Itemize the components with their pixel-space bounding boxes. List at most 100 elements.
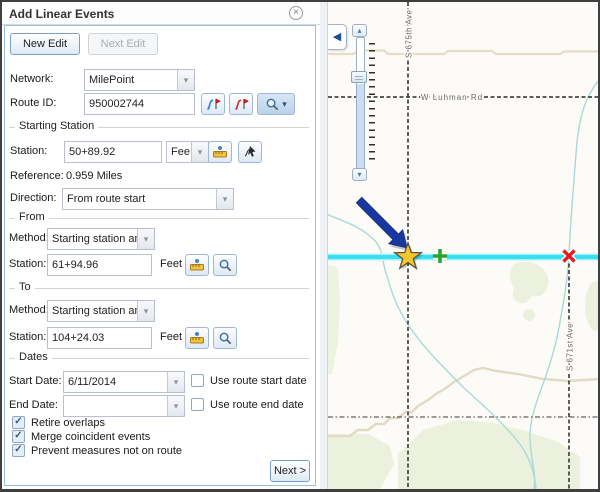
merge-coincident-events-checkbox[interactable]: ✓ <box>12 430 25 443</box>
network-label: Network: <box>10 73 53 85</box>
starting-station-input[interactable] <box>64 141 162 163</box>
starting-station-legend: Starting Station <box>15 120 98 132</box>
use-route-start-date-checkbox[interactable] <box>191 374 204 387</box>
collapse-panel-button[interactable]: ◀ <box>328 24 347 50</box>
clear-route-selection-button[interactable] <box>229 93 253 115</box>
to-units-label: Feet <box>160 331 182 343</box>
to-zoom-button[interactable] <box>213 327 237 349</box>
start-date-label: Start Date: <box>9 375 62 387</box>
select-route-on-map-button[interactable] <box>201 93 225 115</box>
from-method-label: Method: <box>9 232 49 244</box>
to-method-value: Starting station and offset <box>52 305 139 317</box>
next-edit-button[interactable]: Next Edit <box>88 33 158 55</box>
zoom-out-button[interactable]: ▾ <box>352 168 367 181</box>
plus-marker <box>433 249 447 263</box>
end-date-picker[interactable]: ▾ <box>63 395 185 417</box>
retire-overlaps-checkbox[interactable]: ✓ <box>12 416 25 429</box>
add-linear-events-panel: Add Linear Events × New Edit Next Edit N… <box>2 2 320 489</box>
land-patch <box>585 281 599 331</box>
chevron-down-icon: ▾ <box>282 99 287 110</box>
close-icon[interactable]: × <box>289 6 303 20</box>
to-station-input[interactable] <box>47 327 152 349</box>
zoom-slider-ticks <box>369 43 375 164</box>
station-label: Station: <box>10 145 47 157</box>
from-legend: From <box>15 211 49 223</box>
select-cursor-icon <box>242 144 258 160</box>
map-view[interactable]: W Luhman Rd S 675th Ave S 671st Ave ◀ ▴ … <box>327 2 599 489</box>
panel-header: Add Linear Events × <box>2 2 320 25</box>
road-label-vertical-left: S 675th Ave <box>405 9 414 58</box>
zoom-slider-track[interactable] <box>356 37 365 171</box>
ruler-icon <box>189 257 205 273</box>
network-value: MilePoint <box>89 74 176 86</box>
land-patch <box>510 262 549 303</box>
measure-station-button[interactable] <box>208 141 232 163</box>
direction-select[interactable]: From route start ▾ <box>62 188 234 210</box>
to-legend: To <box>15 281 35 293</box>
dates-legend: Dates <box>15 351 52 363</box>
chevron-down-icon[interactable]: ▾ <box>191 142 208 162</box>
dates-fieldset: Dates <box>9 358 309 359</box>
from-fieldset: From <box>9 218 309 219</box>
starting-station-fieldset: Starting Station <box>9 127 309 128</box>
magnifier-icon <box>265 97 280 112</box>
to-fieldset: To <box>9 288 309 289</box>
chevron-down-icon[interactable]: ▾ <box>167 396 184 416</box>
magnifier-icon <box>218 331 233 346</box>
from-station-input[interactable] <box>47 254 152 276</box>
zoom-slider-fill <box>357 84 364 170</box>
panel-body: New Edit Next Edit Network: MilePoint ▾ … <box>4 25 316 486</box>
prevent-measures-checkbox[interactable]: ✓ <box>12 444 25 457</box>
use-route-end-date-label: Use route end date <box>210 399 304 411</box>
to-method-select[interactable]: Starting station and offset ▾ <box>47 300 155 322</box>
chevron-down-icon[interactable]: ▾ <box>216 189 233 209</box>
land-patch <box>523 309 535 321</box>
to-method-label: Method: <box>9 304 49 316</box>
ruler-icon <box>212 144 228 160</box>
route-flag-blue-icon <box>205 96 221 112</box>
from-units-label: Feet <box>160 258 182 270</box>
from-method-value: Starting station and offset <box>52 233 139 245</box>
units-select[interactable]: Feet ▾ <box>166 141 209 163</box>
route-id-input[interactable] <box>84 93 195 115</box>
road-label-vertical-right: S 671st Ave <box>566 323 575 371</box>
to-station-label: Station: <box>9 331 46 343</box>
chevron-down-icon[interactable]: ▾ <box>167 372 184 392</box>
merge-coincident-events-label: Merge coincident events <box>31 431 150 443</box>
use-route-start-date-label: Use route start date <box>210 375 307 387</box>
panel-title: Add Linear Events <box>9 7 114 21</box>
pick-station-on-map-button[interactable] <box>238 141 262 163</box>
route-id-label: Route ID: <box>10 97 56 109</box>
direction-value: From route start <box>67 193 215 205</box>
magnifier-icon <box>218 258 233 273</box>
pointer-arrow <box>356 197 407 248</box>
land-patch <box>328 264 340 374</box>
retire-overlaps-label: Retire overlaps <box>31 417 105 429</box>
zoom-in-button[interactable]: ▴ <box>352 24 367 37</box>
new-edit-button[interactable]: New Edit <box>10 33 80 55</box>
land-patch <box>328 434 394 489</box>
route-search-menu-button[interactable]: ▾ <box>257 93 295 115</box>
panel-map-splitter[interactable] <box>320 2 327 489</box>
land-patch <box>398 420 580 489</box>
reference-value: 0.959 Miles <box>66 170 122 182</box>
chevron-down-icon[interactable]: ▾ <box>137 229 154 249</box>
reference-label: Reference: <box>10 170 64 182</box>
prevent-measures-label: Prevent measures not on route <box>31 445 182 457</box>
zoom-slider-handle[interactable] <box>351 71 367 83</box>
from-zoom-button[interactable] <box>213 254 237 276</box>
start-date-value: 6/11/2014 <box>68 376 166 388</box>
use-route-end-date-checkbox[interactable] <box>191 398 204 411</box>
from-measure-button[interactable] <box>185 254 209 276</box>
application-window: Add Linear Events × New Edit Next Edit N… <box>0 0 600 492</box>
road-label-horizontal: W Luhman Rd <box>421 93 483 102</box>
route-flag-red-icon <box>233 96 249 112</box>
ruler-icon <box>189 330 205 346</box>
chevron-down-icon[interactable]: ▾ <box>137 301 154 321</box>
to-measure-button[interactable] <box>185 327 209 349</box>
start-date-picker[interactable]: 6/11/2014 ▾ <box>63 371 185 393</box>
network-select[interactable]: MilePoint ▾ <box>84 69 195 91</box>
next-button[interactable]: Next > <box>270 460 310 482</box>
from-method-select[interactable]: Starting station and offset ▾ <box>47 228 155 250</box>
chevron-down-icon[interactable]: ▾ <box>177 70 194 90</box>
